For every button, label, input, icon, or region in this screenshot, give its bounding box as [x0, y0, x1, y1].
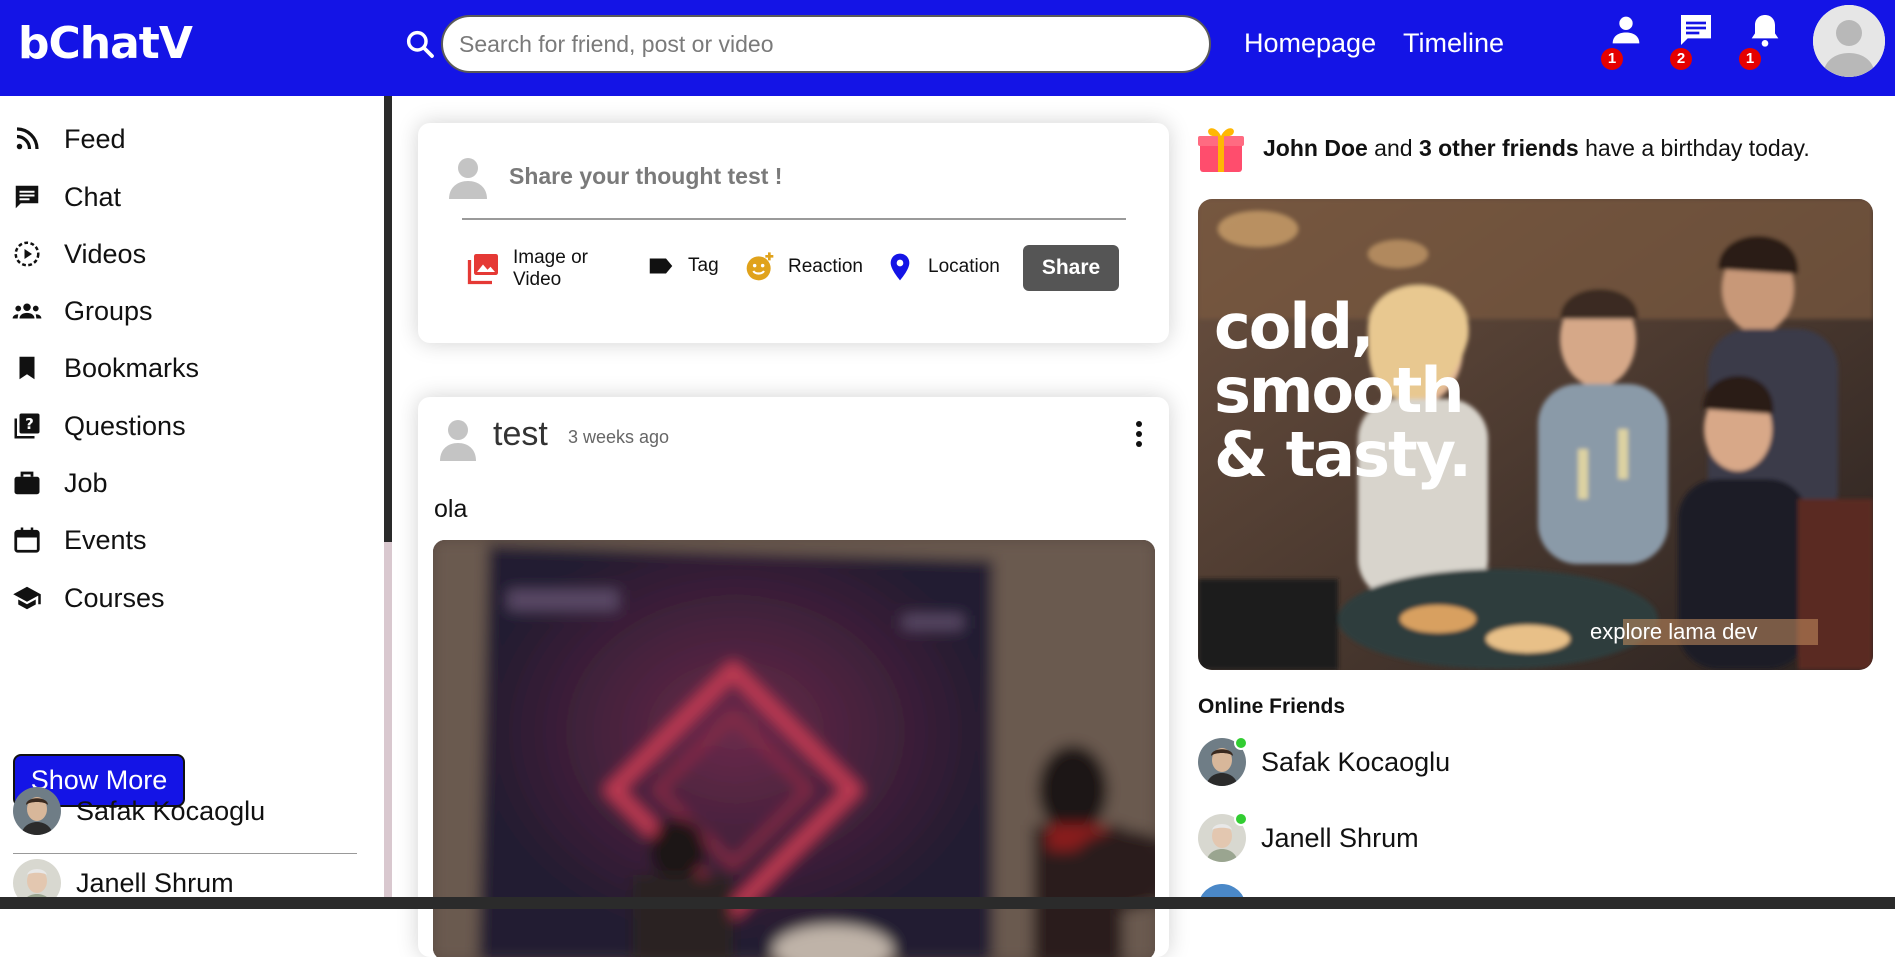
share-option-label: Image or Video	[513, 247, 588, 290]
online-status-dot	[1234, 736, 1248, 750]
avatar	[1198, 736, 1248, 786]
timeline-link[interactable]: Timeline	[1403, 28, 1504, 59]
top-bar: bChatV Homepage Timeline 1 2 1	[0, 0, 1895, 96]
birthday-connector: and	[1367, 135, 1419, 161]
birthday-notice: John Doe and 3 other friends have a birt…	[1263, 135, 1810, 162]
gift-icon	[1198, 128, 1244, 172]
online-friend-item[interactable]: Safak Kocaoglu	[1198, 736, 1451, 787]
sidebar-item-feed[interactable]: Feed	[12, 119, 372, 159]
ad-tagline: explore lama dev	[1590, 619, 1758, 644]
group-icon	[12, 303, 42, 319]
sidebar-item-chat[interactable]: Chat	[12, 177, 372, 217]
post-timestamp: 3 weeks ago	[568, 427, 670, 447]
sidebar-item-questions[interactable]: ? Questions	[12, 406, 372, 446]
profile-avatar[interactable]	[1813, 5, 1885, 77]
share-option-label: Reaction	[788, 256, 863, 277]
ad-banner[interactable]: cold, smooth & tasty. explore lama dev	[1198, 199, 1873, 670]
birthday-suffix: have a birthday today.	[1578, 135, 1810, 161]
post-image[interactable]	[433, 540, 1155, 957]
sidebar-scrollbar-thumb[interactable]	[384, 96, 392, 542]
avatar	[1198, 812, 1248, 862]
avatar	[13, 787, 61, 835]
ad-headline-line: smooth	[1214, 354, 1464, 427]
sidebar-item-label: Chat	[64, 181, 122, 212]
online-friend-partial	[1198, 884, 1246, 898]
search-icon	[406, 30, 434, 58]
location-icon	[890, 253, 910, 281]
more-vert-icon[interactable]	[1131, 419, 1147, 449]
calendar-icon	[14, 527, 40, 553]
search-input[interactable]	[459, 17, 1189, 71]
friend-item[interactable]: Safak Kocaoglu	[13, 786, 265, 836]
messages-badge: 2	[1670, 48, 1692, 70]
birthday-name[interactable]: John Doe	[1263, 135, 1368, 161]
help-icon: ?	[14, 413, 40, 439]
sidebar-item-label: Videos	[64, 238, 147, 269]
ad-headline-line: cold,	[1214, 290, 1375, 363]
left-sidebar: Feed Chat Videos Groups Bookmarks ? Ques…	[0, 96, 384, 909]
sidebar-item-label: Courses	[64, 582, 165, 613]
sidebar-item-label: Events	[64, 524, 147, 555]
share-option-label: Tag	[688, 255, 719, 276]
sidebar-item-label: Bookmarks	[64, 352, 200, 383]
rss-icon	[16, 127, 39, 150]
chat-icon	[15, 185, 39, 209]
sidebar-item-label: Groups	[64, 295, 153, 326]
briefcase-icon	[14, 471, 40, 495]
sidebar-item-groups[interactable]: Groups	[12, 291, 372, 331]
emoji-icon	[746, 252, 774, 281]
share-button[interactable]: Share	[1023, 245, 1119, 291]
ad-headline-line: & tasty.	[1214, 418, 1472, 491]
friend-name: Janell Shrum	[76, 867, 234, 898]
sidebar-item-courses[interactable]: Courses	[12, 578, 372, 618]
share-option-reaction[interactable]: Reaction	[744, 251, 863, 283]
friend-name: Safak Kocaoglu	[76, 795, 266, 826]
photo-icon	[467, 254, 498, 285]
share-card: Share your thought test ! Image or Video…	[418, 123, 1169, 343]
homepage-link[interactable]: Homepage	[1244, 28, 1376, 59]
online-friend-name: Safak Kocaoglu	[1261, 746, 1451, 777]
search-box	[441, 15, 1211, 73]
share-input[interactable]: Share your thought test !	[509, 163, 782, 190]
bookmark-icon	[19, 356, 35, 380]
online-status-dot	[1234, 812, 1248, 826]
sidebar-item-job[interactable]: Job	[12, 463, 372, 503]
share-option-location[interactable]: Location	[884, 251, 1000, 283]
school-icon	[13, 586, 41, 610]
birthday-others[interactable]: 3 other friends	[1419, 135, 1579, 161]
friend-requests-badge: 1	[1601, 48, 1623, 70]
sidebar-divider	[13, 853, 357, 854]
chat-icon[interactable]	[1676, 10, 1716, 50]
sidebar-item-videos[interactable]: Videos	[12, 234, 372, 274]
svg-text:?: ?	[25, 415, 34, 433]
bell-icon[interactable]	[1745, 10, 1785, 50]
share-option-media[interactable]: Image or Video	[465, 247, 603, 291]
post-card: test 3 weeks ago ola	[418, 397, 1169, 957]
sidebar-item-label: Questions	[64, 410, 186, 441]
sidebar-item-bookmarks[interactable]: Bookmarks	[12, 348, 372, 388]
online-friend-name: Janell Shrum	[1261, 822, 1419, 853]
sidebar-item-events[interactable]: Events	[12, 520, 372, 560]
avatar	[449, 158, 487, 199]
ad-headline: cold, smooth & tasty.	[1214, 290, 1472, 491]
post-text: ola	[434, 495, 468, 523]
sidebar-item-label: Job	[64, 467, 108, 498]
share-option-tag[interactable]: Tag	[646, 251, 719, 281]
label-icon	[649, 258, 673, 274]
online-friend-item[interactable]: Janell Shrum	[1198, 812, 1419, 863]
app-logo[interactable]: bChatV	[18, 18, 193, 69]
share-option-label: Location	[928, 256, 1000, 277]
share-divider	[462, 218, 1126, 220]
person-icon[interactable]	[1606, 10, 1646, 50]
sidebar-item-label: Feed	[64, 123, 126, 154]
window-bottom-edge	[0, 897, 1895, 909]
avatar[interactable]	[440, 417, 476, 461]
post-username[interactable]: test	[493, 415, 548, 454]
notifications-badge: 1	[1739, 48, 1761, 70]
online-friends-title: Online Friends	[1198, 695, 1346, 718]
play-circle-icon	[14, 241, 40, 267]
